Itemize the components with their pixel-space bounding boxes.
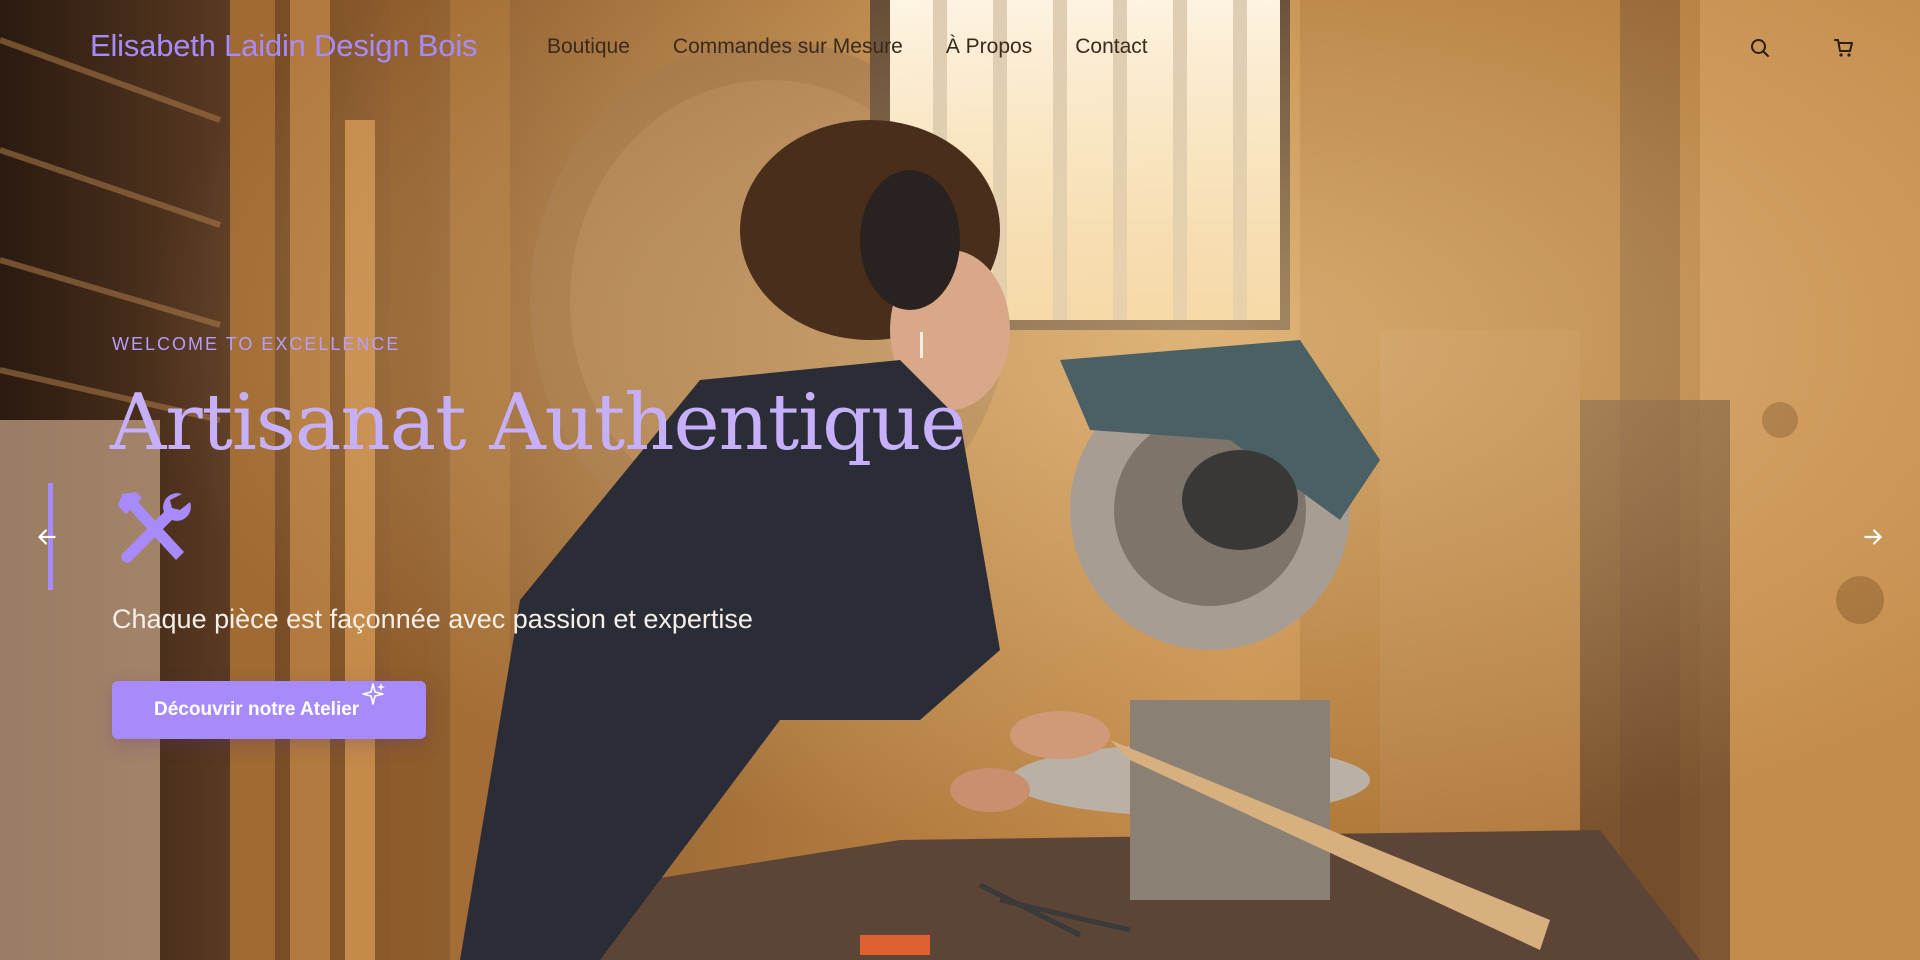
arrow-right-icon[interactable] [1860, 524, 1886, 550]
nav-link-commandes[interactable]: Commandes sur Mesure [673, 35, 903, 59]
arrow-left-icon[interactable] [34, 524, 60, 550]
cta-label: Découvrir notre Atelier [154, 699, 360, 720]
hero-background-photo [0, 0, 1920, 960]
nav-links: Boutique Commandes sur Mesure À Propos C… [547, 35, 1148, 59]
brand-logo-text[interactable]: Elisabeth Laidin Design Bois [90, 28, 478, 64]
hero-eyebrow: WELCOME TO EXCELLENCE [112, 334, 401, 354]
hero-section: Elisabeth Laidin Design Bois Boutique Co… [0, 0, 1920, 960]
nav-link-contact[interactable]: Contact [1075, 35, 1147, 59]
nav-link-a-propos[interactable]: À Propos [946, 35, 1032, 59]
search-icon[interactable] [1748, 36, 1772, 60]
cta-discover-atelier-button[interactable]: Découvrir notre Atelier [112, 681, 426, 739]
nav-link-boutique[interactable]: Boutique [547, 35, 630, 59]
sparkle-icon [362, 683, 385, 705]
text-cursor [920, 332, 923, 358]
hero-tagline: Chaque pièce est façonnée avec passion e… [112, 604, 753, 634]
cart-icon[interactable] [1832, 36, 1856, 60]
hammer-wrench-icon [118, 492, 191, 563]
hero-title: Artisanat Authentique [110, 378, 966, 468]
top-navigation: Elisabeth Laidin Design Bois Boutique Co… [0, 0, 1920, 96]
